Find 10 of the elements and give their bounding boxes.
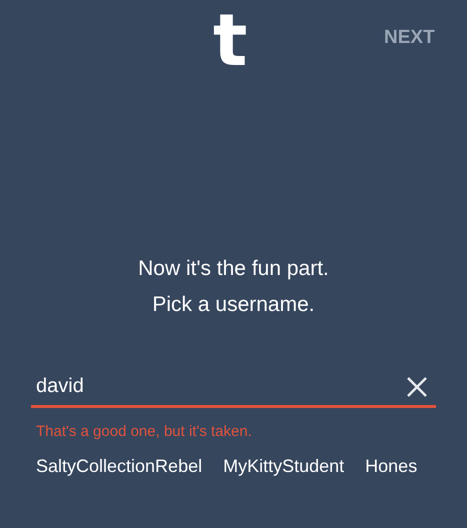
username-suggestion[interactable]: SaltyCollectionRebel	[36, 453, 202, 479]
logo: t	[213, 0, 248, 80]
username-suggestion[interactable]: Hones	[365, 453, 418, 479]
clear-icon[interactable]	[406, 376, 428, 398]
prompt-text: Now it's the fun part.	[138, 256, 329, 282]
username-field[interactable]: david	[31, 368, 436, 408]
prompt-text: Pick a username.	[152, 292, 315, 318]
next-button[interactable]: NEXT	[380, 22, 439, 54]
error-message: That's a good one, but it's taken.	[36, 422, 252, 442]
username-suggestion[interactable]: MyKittyStudent	[223, 453, 344, 479]
